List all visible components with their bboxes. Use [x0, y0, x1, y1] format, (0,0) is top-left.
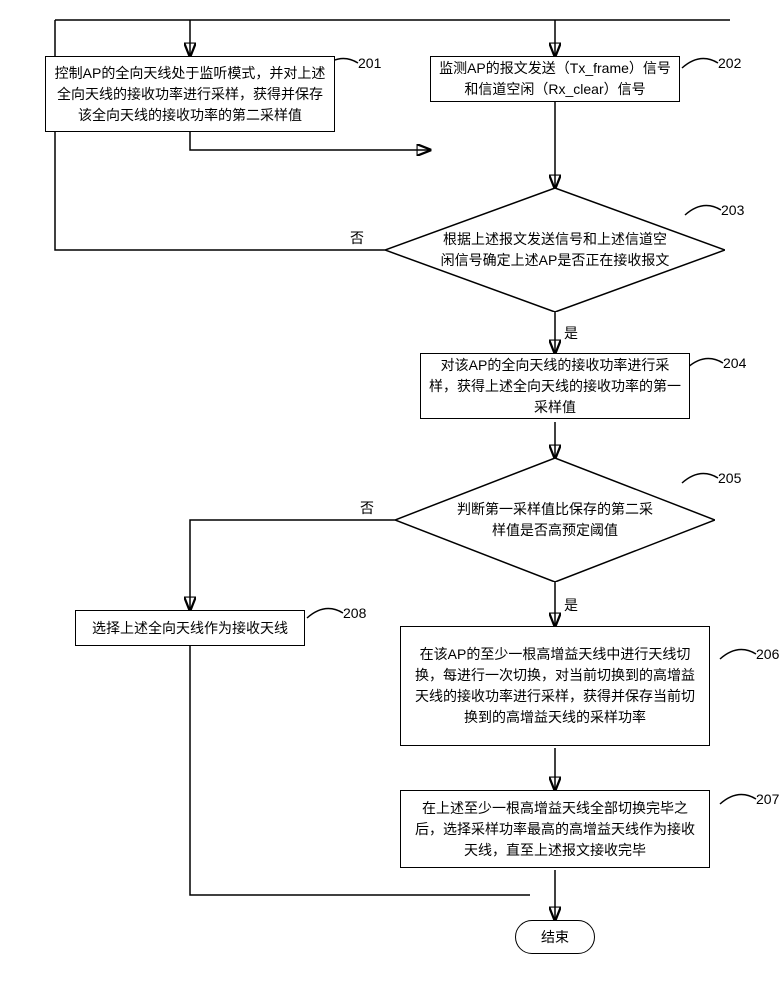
step-201: 控制AP的全向天线处于监听模式，并对上述全向天线的接收功率进行采样，获得并保存该… — [45, 56, 335, 132]
step-204: 对该AP的全向天线的接收功率进行采样，获得上述全向天线的接收功率的第一采样值 — [420, 353, 690, 419]
step-208: 选择上述全向天线作为接收天线 — [75, 610, 305, 646]
terminator-end-text: 结束 — [541, 927, 569, 947]
step-201-number: 201 — [358, 55, 381, 71]
step-207-number: 207 — [756, 791, 779, 807]
edge-203-yes: 是 — [562, 323, 580, 343]
step-203-number: 203 — [721, 202, 744, 218]
step-204-number: 204 — [723, 355, 746, 371]
step-208-text: 选择上述全向天线作为接收天线 — [92, 618, 288, 639]
step-202-text: 监测AP的报文发送（Tx_frame）信号和信道空闲（Rx_clear）信号 — [439, 58, 671, 100]
step-208-number: 208 — [343, 605, 366, 621]
edge-205-yes: 是 — [562, 595, 580, 615]
step-204-text: 对该AP的全向天线的接收功率进行采样，获得上述全向天线的接收功率的第一采样值 — [429, 355, 681, 418]
step-207-text: 在上述至少一根高增益天线全部切换完毕之后，选择采样功率最高的高增益天线作为接收天… — [409, 798, 701, 861]
step-201-text: 控制AP的全向天线处于监听模式，并对上述全向天线的接收功率进行采样，获得并保存该… — [54, 63, 326, 126]
step-206-number: 206 — [756, 646, 779, 662]
step-202-number: 202 — [718, 55, 741, 71]
step-202: 监测AP的报文发送（Tx_frame）信号和信道空闲（Rx_clear）信号 — [430, 56, 680, 102]
flowchart-canvas: 控制AP的全向天线处于监听模式，并对上述全向天线的接收功率进行采样，获得并保存该… — [0, 0, 784, 1000]
step-206: 在该AP的至少一根高增益天线中进行天线切换，每进行一次切换，对当前切换到的高增益… — [400, 626, 710, 746]
step-207: 在上述至少一根高增益天线全部切换完毕之后，选择采样功率最高的高增益天线作为接收天… — [400, 790, 710, 868]
decision-203-text: 根据上述报文发送信号和上述信道空闲信号确定上述AP是否正在接收报文 — [440, 229, 670, 271]
step-205-number: 205 — [718, 470, 741, 486]
edge-203-no: 否 — [348, 228, 366, 248]
step-206-text: 在该AP的至少一根高增益天线中进行天线切换，每进行一次切换，对当前切换到的高增益… — [409, 644, 701, 728]
edge-205-no: 否 — [358, 498, 376, 518]
terminator-end: 结束 — [515, 920, 595, 954]
decision-205-text: 判断第一采样值比保存的第二采样值是否高预定阈值 — [455, 499, 655, 541]
